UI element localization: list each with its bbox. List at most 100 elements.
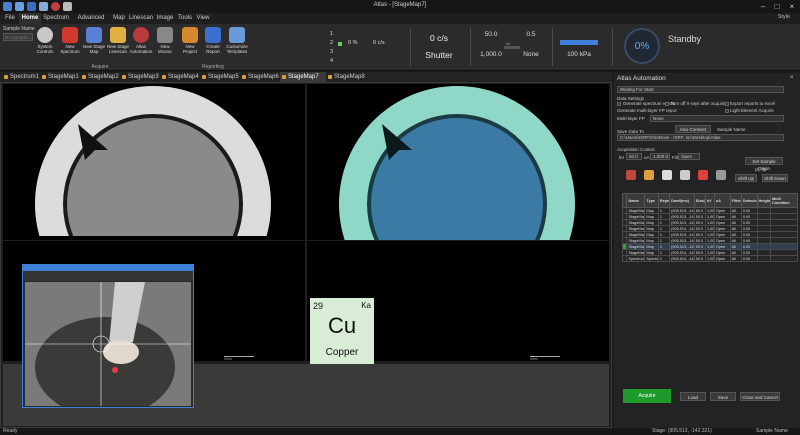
tab-tools[interactable]: Tools <box>176 13 194 24</box>
light-element-checkbox[interactable] <box>725 109 729 113</box>
column-header[interactable]: Repeat <box>657 193 671 208</box>
maximize-button[interactable]: □ <box>770 1 784 12</box>
acquire-group-label: Acquire <box>91 64 109 70</box>
element-line: Ka <box>361 301 371 310</box>
ribbon-separator <box>552 28 553 66</box>
window-title: Atlas - [StageMap7] <box>373 2 427 8</box>
doc-tab-stagemap6[interactable]: StageMap6 <box>240 72 280 82</box>
stage-map-icon <box>86 27 102 43</box>
kv-input[interactable]: 50.0 <box>626 153 642 160</box>
export-excel-checkbox[interactable] <box>725 102 729 106</box>
atlas-automation-button[interactable]: Atlas Automation <box>129 27 153 61</box>
column-header[interactable]: uA <box>713 193 731 208</box>
new-mosaic-button[interactable]: New Mosaic <box>153 27 177 61</box>
save-path-field[interactable]: C:\Users\IXRF\OneDrive - IXRF, Inc\Deskt… <box>617 134 784 141</box>
export-excel-label: Export reports to excel <box>730 101 776 106</box>
pressure-gauge-bar <box>560 40 598 45</box>
delete-icon[interactable] <box>698 170 708 180</box>
table-cell: 50.0 <box>693 255 706 262</box>
doc-tab-stagemap3[interactable]: StageMap3 <box>120 72 160 82</box>
xray-indicator <box>504 46 520 49</box>
column-header[interactable]: Name <box>626 193 646 208</box>
new-spectrum-button[interactable]: New Spectrum <box>58 27 82 61</box>
grayscale-image-panel[interactable] <box>3 84 305 240</box>
new-stage-linescan-button[interactable]: New Stage Linescan <box>106 27 130 61</box>
filter-select[interactable]: Open <box>678 153 700 160</box>
table-cell <box>769 255 799 262</box>
doc-tab-spectrum1[interactable]: Spectrum1 <box>2 72 40 82</box>
palette-icon[interactable] <box>644 170 654 180</box>
table-cell: 1,000.0 <box>704 255 715 262</box>
document-tab-bar: Spectrum1 StageMap1 StageMap2 StageMap3 … <box>0 72 612 82</box>
acquire-button[interactable]: Acquire <box>623 389 671 403</box>
tab-map[interactable]: Map <box>112 13 126 24</box>
doc-tab-stagemap2[interactable]: StageMap2 <box>80 72 120 82</box>
ribbon: Sample Name System Controls New Spectrum… <box>0 24 800 71</box>
column-header[interactable]: Size(um) <box>693 193 706 208</box>
save-button[interactable]: Save <box>710 392 736 401</box>
ua-label-panel: uA <box>644 155 650 160</box>
column-header[interactable]: Dwell(ms) <box>669 193 695 208</box>
reporting-group-label: Reporting <box>202 64 224 70</box>
column-header[interactable]: Multi Condition <box>769 193 799 208</box>
tab-home[interactable]: Home <box>19 13 41 24</box>
doc-tab-stagemap1[interactable]: StageMap1 <box>40 72 80 82</box>
ribbon-separator <box>612 28 613 66</box>
customize-templates-button[interactable]: Customize Templates <box>225 27 249 61</box>
new-project-button[interactable]: New Project <box>178 27 202 61</box>
spectrum-icon <box>62 27 78 43</box>
ua-input[interactable]: 1,000.0 <box>650 153 670 160</box>
doc-tab-stagemap4[interactable]: StageMap4 <box>160 72 200 82</box>
doc-tab-stagemap5[interactable]: StageMap5 <box>200 72 240 82</box>
create-report-button[interactable]: Create Report <box>201 27 225 61</box>
style-menu[interactable]: Style <box>778 14 790 20</box>
tab-linescan[interactable]: Linescan <box>128 13 154 24</box>
camera-preview-window[interactable] <box>22 264 194 408</box>
link-icon[interactable] <box>680 170 690 180</box>
tab-icon <box>328 75 332 79</box>
ribbon-separator <box>470 28 471 66</box>
multilayer-fp-select[interactable]: None <box>650 115 784 122</box>
turn-off-xrays-label: Turn off X-rays after acquisition <box>670 101 725 106</box>
load-button[interactable]: Load <box>680 392 706 401</box>
column-header[interactable]: Type <box>644 193 659 208</box>
tab-spectrum[interactable]: Spectrum <box>42 13 70 24</box>
close-window-button[interactable]: × <box>785 1 799 12</box>
automation-title: Atlas Automation <box>617 75 666 82</box>
grid-icon[interactable] <box>662 170 672 180</box>
tab-file[interactable]: File <box>2 13 18 24</box>
column-header[interactable]: Height(mm) <box>756 193 772 208</box>
close-and-cancel-button[interactable]: Close and Cancel <box>740 392 780 401</box>
shutter-label[interactable]: Shutter <box>418 50 460 60</box>
panel-close-icon[interactable]: × <box>790 75 794 81</box>
also-connect-button[interactable]: Also Connect <box>675 125 711 133</box>
table-row[interactable]: SpectrumSpectrum1(905.513, -142.321)50.0… <box>621 255 799 262</box>
stage-icon[interactable] <box>626 170 636 180</box>
column-header[interactable]: kV <box>704 193 715 208</box>
element-name: Copper <box>325 347 359 358</box>
column-header[interactable]: Filter <box>729 193 742 208</box>
tab-icon <box>82 75 86 79</box>
sample-name-input[interactable] <box>3 33 33 41</box>
column-header[interactable]: Detector <box>740 193 758 208</box>
doc-tab-stagemap8[interactable]: StageMap8 <box>326 72 366 82</box>
tab-icon <box>42 75 46 79</box>
shift-down-button[interactable]: Shift Down <box>762 174 788 182</box>
tab-image[interactable]: Image <box>155 13 175 24</box>
settings-icon[interactable] <box>716 170 726 180</box>
set-sample-origin-button[interactable]: Set Sample Origin <box>745 157 783 171</box>
shift-up-button[interactable]: Shift Up <box>735 174 757 182</box>
tab-view[interactable]: View <box>195 13 211 24</box>
progress-percent: 0% <box>634 41 650 52</box>
camera-live-image <box>25 282 191 406</box>
tab-icon <box>122 75 126 79</box>
doc-tab-stagemap7[interactable]: StageMap7 <box>280 72 326 82</box>
new-stage-map-button[interactable]: New Stage Map <box>82 27 106 61</box>
minimize-button[interactable]: – <box>756 1 770 12</box>
multilayer-report-label: Generate multi-layer FP report <box>617 108 677 113</box>
turn-off-xrays-checkbox[interactable] <box>665 102 669 106</box>
system-controls-button[interactable]: System Controls <box>33 27 57 61</box>
status-bar: Ready Stage: (905.513, -142.321) Sample … <box>0 428 800 435</box>
tab-advanced-quant[interactable]: Advanced Quant <box>71 13 111 32</box>
element-map-panel[interactable] <box>307 84 609 240</box>
